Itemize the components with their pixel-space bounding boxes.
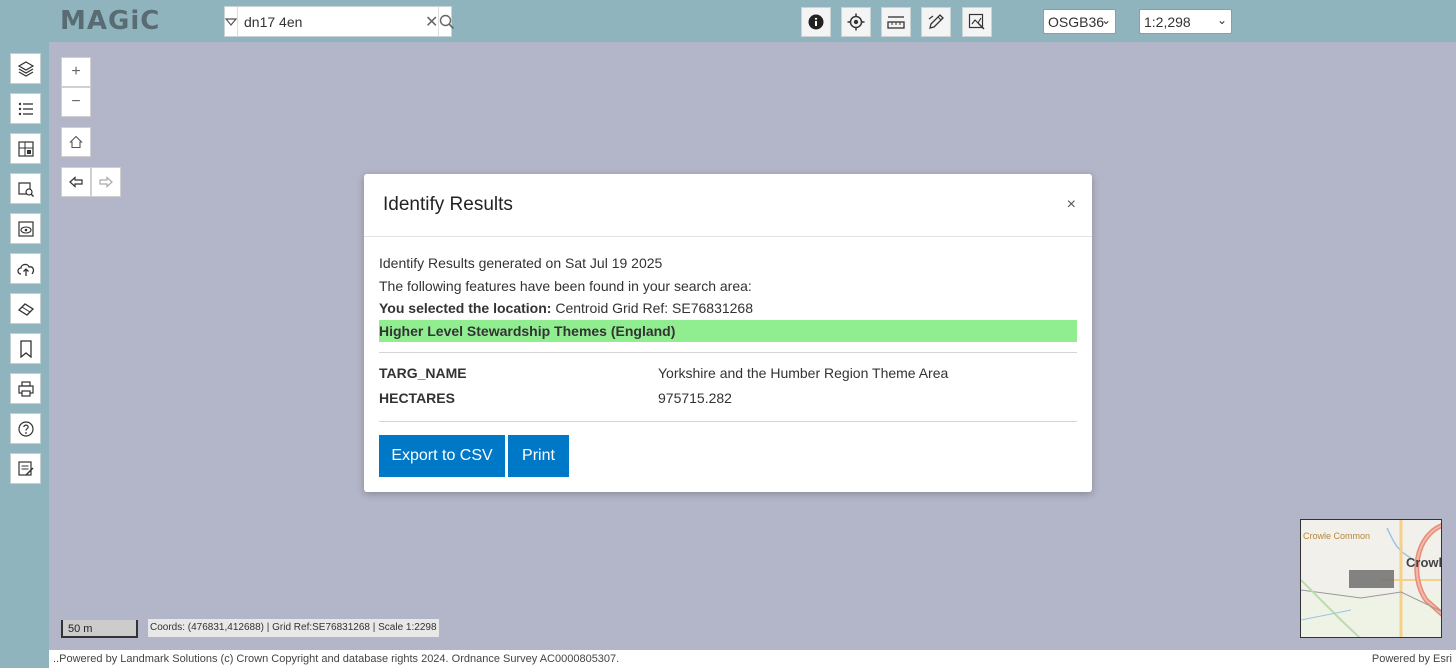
attribute-value: Yorkshire and the Humber Region Theme Ar… [658,364,949,381]
sidebar-item-layers[interactable] [10,53,41,84]
list-icon [18,102,33,115]
home-button[interactable] [61,127,91,157]
report-icon [17,460,33,476]
next-extent-button[interactable] [91,167,121,197]
sidebar-item-eraser[interactable] [10,293,41,324]
layers-icon [17,60,34,77]
export-csv-button[interactable]: Export to CSV [379,435,505,477]
info-icon [808,14,824,30]
projection-value: OSGB36 [1048,13,1105,30]
sidebar-item-basemap[interactable] [10,133,41,164]
arrow-right-icon [99,176,113,188]
map-icon [17,140,34,157]
scale-select[interactable]: 1:2,298 ⌄ [1139,9,1232,34]
sidebar-item-upload[interactable] [10,253,41,284]
plus-icon: + [71,63,81,80]
crosshair-icon [847,13,865,31]
bookmark-icon [19,339,32,358]
projection-select[interactable]: OSGB36 ⌄ [1043,9,1116,34]
locate-tool-button[interactable] [841,7,871,37]
sidebar-item-help[interactable] [10,413,41,444]
chevron-down-icon: ⌄ [1216,13,1227,27]
previous-extent-button[interactable] [61,167,91,197]
dialog-title: Identify Results [383,194,513,215]
overview-label: Crowle Common [1303,531,1370,541]
attribute-key: TARG_NAME [379,364,467,381]
select-tool-button[interactable] [962,7,992,37]
chevron-down-icon: ⌄ [1100,13,1111,27]
search-input[interactable] [238,8,425,35]
app-logo: MAGiC [60,6,161,36]
selected-location-label: You selected the location: [379,300,552,316]
chevron-down-icon [225,17,237,26]
help-icon [17,420,34,437]
sidebar-item-view-layer[interactable] [10,213,41,244]
top-bar: MAGiC ✕ OSGB36 ⌄ 1:2,298 ⌄ [0,0,1456,42]
clear-icon[interactable]: ✕ [425,12,438,32]
home-icon [69,135,83,149]
sidebar-item-search-area[interactable] [10,173,41,204]
attribution-text: ..Powered by Landmark Solutions (c) Crow… [53,653,620,665]
printer-icon [17,380,34,397]
eraser-icon [17,302,34,316]
theme-heading: Higher Level Stewardship Themes (England… [379,319,1077,342]
select-map-icon [968,13,985,30]
coordinate-readout: Coords: (476831,412688) | Grid Ref:SE768… [148,619,439,637]
search-icon [440,14,455,29]
zoom-in-button[interactable]: + [61,57,91,87]
close-icon[interactable]: × [1067,196,1076,214]
zoom-out-button[interactable]: − [61,87,91,117]
arrow-left-icon [69,176,83,188]
powered-by-text: Powered by Esri [1371,653,1452,665]
attribute-value: 975715.282 [658,389,732,406]
attribute-row: TARG_NAME Yorkshire and the Humber Regio… [379,361,1077,386]
divider [379,420,1077,422]
generated-text: Identify Results generated on Sat Jul 19… [379,255,663,271]
identify-tool-button[interactable] [801,7,831,37]
attribute-row: HECTARES 975715.282 [379,386,1077,411]
overview-label: Crowl [1406,555,1442,570]
dialog-body: Identify Results generated on Sat Jul 19… [379,252,1077,422]
attribution-footer: ..Powered by Landmark Solutions (c) Crow… [49,650,1456,668]
sidebar-item-report[interactable] [10,453,41,484]
search-box: ✕ [224,6,455,37]
dialog-header: Identify Results × [364,174,1092,237]
identify-results-dialog: Identify Results × Identify Results gene… [364,174,1092,492]
minus-icon: − [71,93,81,110]
sidebar-item-print[interactable] [10,373,41,404]
selected-location: You selected the location: Centroid Grid… [379,297,1077,320]
scale-value: 1:2,298 [1144,13,1191,30]
draw-tool-button[interactable] [921,7,951,37]
eye-map-icon [17,220,34,237]
cloud-upload-icon [16,263,34,276]
scale-bar: 50 m [61,620,138,638]
search-button[interactable] [438,7,455,36]
print-button[interactable]: Print [508,435,569,477]
pencil-icon [928,14,944,29]
left-sidebar [0,42,49,668]
overview-map-graphic: Crowle Common Crowl [1301,520,1442,637]
ruler-icon [887,16,905,29]
overview-map[interactable]: Crowle Common Crowl [1300,519,1442,638]
sidebar-item-bookmarks[interactable] [10,333,41,364]
attribute-key: HECTARES [379,389,455,406]
selected-location-value: Centroid Grid Ref: SE76831268 [551,300,754,316]
search-dropdown-button[interactable] [225,7,238,36]
map-search-icon [17,181,34,197]
found-text: The following features have been found i… [379,277,752,294]
sidebar-item-legend[interactable] [10,93,41,124]
measure-tool-button[interactable] [881,7,911,37]
